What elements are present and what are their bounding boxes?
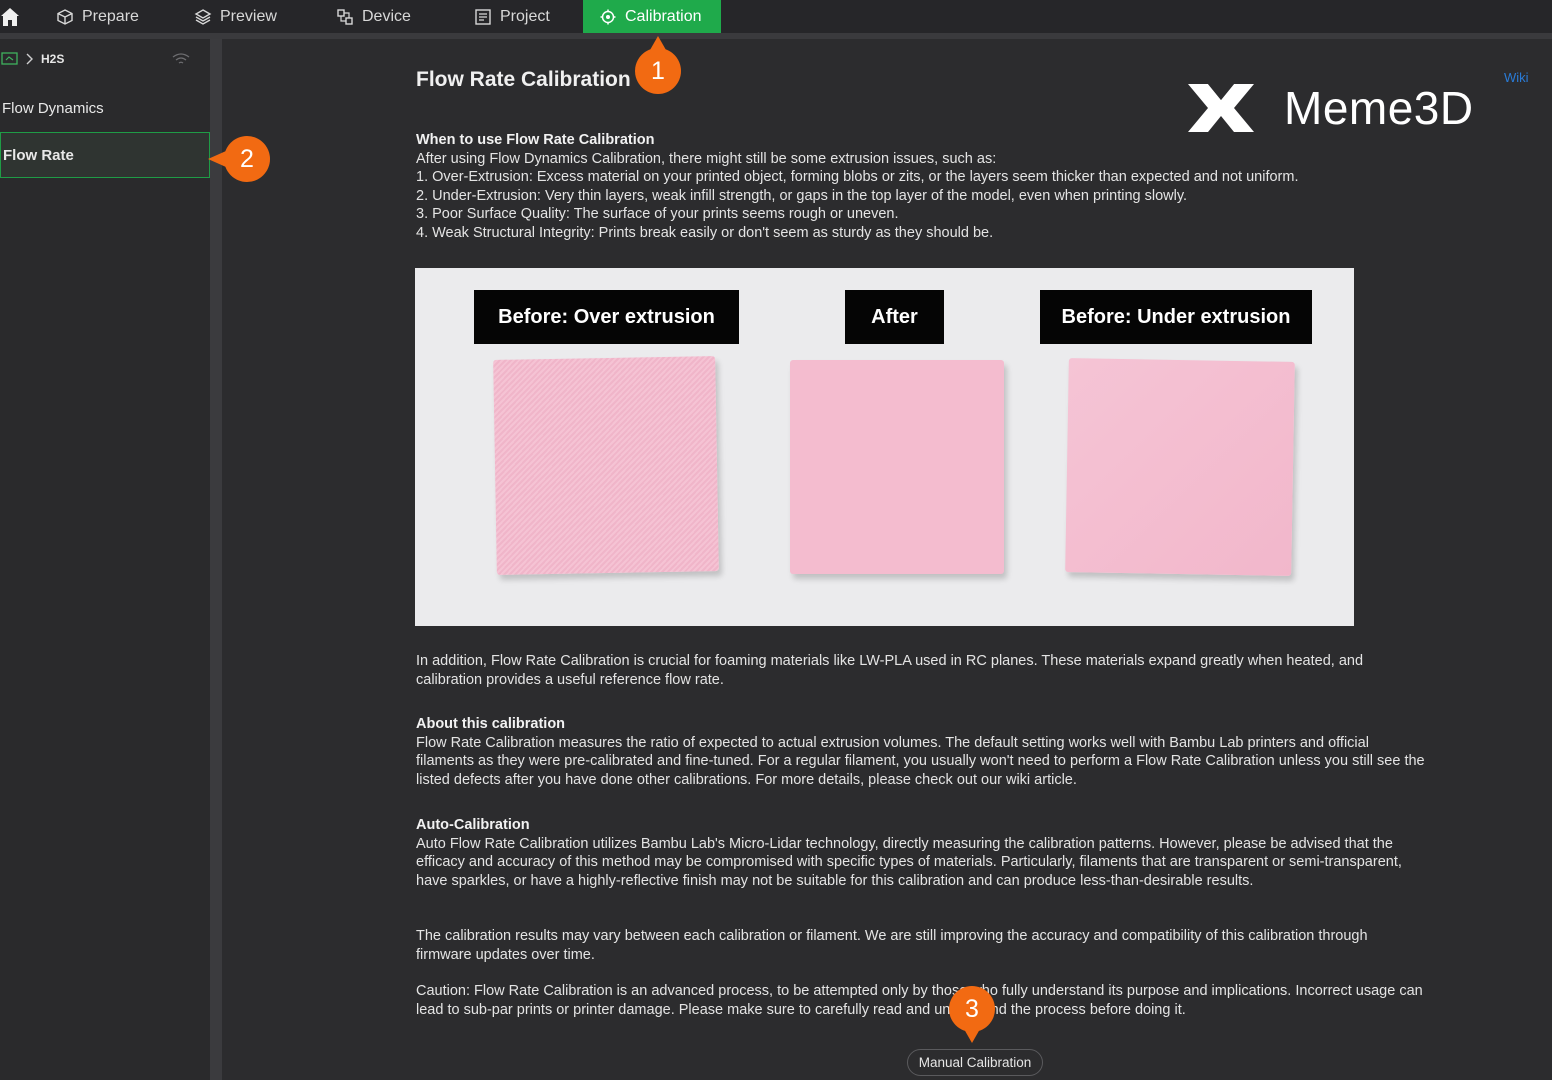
caution-section: Caution: Flow Rate Calibration is an adv… bbox=[416, 982, 1426, 1019]
section-heading: About this calibration bbox=[416, 716, 566, 732]
results-section: The calibration results may vary between… bbox=[416, 927, 1426, 964]
calibration-icon bbox=[600, 9, 616, 24]
cube-icon bbox=[57, 8, 73, 25]
wifi-icon bbox=[172, 53, 190, 64]
section-text: Flow Rate Calibration measures the ratio… bbox=[416, 734, 1425, 788]
top-nav-bar: Prepare Preview Device Project Calibrati… bbox=[0, 0, 1552, 34]
section-heading: Auto-Calibration bbox=[416, 817, 530, 833]
calibrated-sample bbox=[790, 360, 1004, 574]
tab-prepare[interactable]: Prepare bbox=[42, 0, 162, 33]
layers-icon bbox=[194, 8, 212, 25]
tab-device[interactable]: Device bbox=[322, 0, 442, 33]
callout-badge: 1 bbox=[635, 48, 681, 94]
caution-text: Caution: Flow Rate Calibration is an adv… bbox=[416, 983, 1423, 1018]
manual-calibration-button[interactable]: Manual Calibration bbox=[907, 1049, 1043, 1076]
callout-badge: 3 bbox=[949, 986, 995, 1032]
list-item: 3. Poor Surface Quality: The surface of … bbox=[416, 206, 899, 222]
when-section: When to use Flow Rate Calibration After … bbox=[416, 131, 1426, 242]
logo-text: Meme3D bbox=[1284, 82, 1474, 134]
sidebar-item-label: Flow Dynamics bbox=[2, 99, 104, 117]
comparison-image: Before: Over extrusion After Before: Und… bbox=[415, 268, 1354, 626]
chevron-right-icon bbox=[26, 53, 33, 65]
callout-pointer bbox=[964, 1029, 980, 1043]
section-text: Auto Flow Rate Calibration utilizes Bamb… bbox=[416, 835, 1402, 889]
printer-selector[interactable]: H2S bbox=[0, 48, 200, 70]
section-text: The calibration results may vary between… bbox=[416, 928, 1368, 963]
sidebar-item-flow-rate[interactable]: Flow Rate bbox=[0, 132, 210, 178]
callout-badge: 2 bbox=[224, 136, 270, 182]
tab-project[interactable]: Project bbox=[460, 0, 580, 33]
wiki-link[interactable]: Wiki bbox=[1504, 70, 1529, 85]
sidebar: H2S Flow Dynamics Flow Rate bbox=[0, 39, 210, 1080]
callout-pointer bbox=[650, 36, 666, 50]
sidebar-item-flow-dynamics[interactable]: Flow Dynamics bbox=[0, 85, 210, 131]
auto-calibration-section: Auto-Calibration Auto Flow Rate Calibrat… bbox=[416, 816, 1426, 890]
device-icon bbox=[337, 8, 353, 25]
list-item: 4. Weak Structural Integrity: Prints bre… bbox=[416, 224, 994, 241]
over-extrusion-sample bbox=[493, 356, 719, 575]
printer-name: H2S bbox=[41, 52, 65, 66]
about-section: About this calibration Flow Rate Calibra… bbox=[416, 715, 1426, 789]
logo: Meme3D bbox=[1186, 80, 1474, 136]
tab-label: Calibration bbox=[625, 7, 702, 25]
section-text: In addition, Flow Rate Calibration is cr… bbox=[416, 653, 1364, 688]
image-label: Before: Under extrusion bbox=[1040, 290, 1312, 344]
under-extrusion-sample bbox=[1065, 358, 1295, 576]
meme3d-logo-icon bbox=[1188, 84, 1254, 132]
tab-preview[interactable]: Preview bbox=[180, 0, 300, 33]
tab-label: Prepare bbox=[82, 7, 139, 25]
tab-label: Preview bbox=[220, 7, 277, 25]
callout-pointer bbox=[208, 151, 226, 167]
page-title: Flow Rate Calibration bbox=[416, 68, 631, 91]
addition-section: In addition, Flow Rate Calibration is cr… bbox=[416, 652, 1426, 689]
printer-icon bbox=[1, 52, 18, 65]
tab-label: Device bbox=[362, 7, 411, 25]
section-text: After using Flow Dynamics Calibration, t… bbox=[416, 150, 997, 167]
home-icon[interactable] bbox=[0, 5, 20, 27]
tab-calibration[interactable]: Calibration bbox=[583, 0, 721, 33]
image-label: After bbox=[845, 290, 944, 344]
image-label: Before: Over extrusion bbox=[474, 290, 739, 344]
tab-label: Project bbox=[500, 7, 550, 25]
list-item: 1. Over-Extrusion: Excess material on yo… bbox=[416, 169, 1299, 185]
sidebar-splitter[interactable] bbox=[210, 39, 222, 1080]
project-icon bbox=[475, 8, 491, 25]
list-item: 2. Under-Extrusion: Very thin layers, we… bbox=[416, 187, 1188, 204]
sidebar-item-label: Flow Rate bbox=[3, 146, 74, 164]
